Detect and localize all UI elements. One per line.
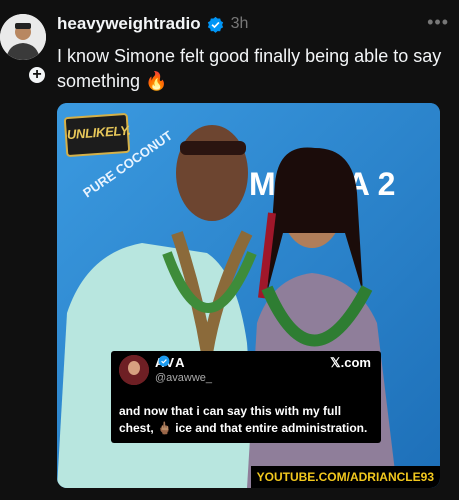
tweet-text: and now that i can say this with my full… xyxy=(119,404,368,435)
verified-badge-icon xyxy=(207,16,223,33)
tweet-verified-icon xyxy=(158,355,170,367)
tweet-author-name: AVA xyxy=(155,355,187,370)
username[interactable]: heavyweightradio xyxy=(57,14,201,34)
post-header: heavyweightradio 3h xyxy=(57,12,449,36)
tweet-avatar xyxy=(119,355,149,385)
tweet-handle: @avawwe_ xyxy=(155,372,213,384)
post-image[interactable]: PURE COCONUT MOANA 2 UNLIKELY. AVA @avaw… xyxy=(57,103,440,488)
youtube-watermark: YOUTUBE.COM/ADRIANCLE93 xyxy=(250,466,440,488)
x-logo-icon: 𝕏.com xyxy=(330,355,371,370)
author-avatar-container[interactable]: + xyxy=(0,14,48,85)
embedded-tweet: AVA @avawwe_ 𝕏.com and now that i can sa… xyxy=(111,351,381,443)
unlikely-logo: UNLIKELY. xyxy=(63,112,131,158)
post-text: I know Simone felt good finally being ab… xyxy=(57,46,442,91)
more-options-button[interactable]: ••• xyxy=(427,12,449,33)
post-timestamp: 3h xyxy=(230,15,249,32)
follow-plus-button[interactable]: + xyxy=(27,65,47,85)
avatar[interactable] xyxy=(0,14,46,60)
